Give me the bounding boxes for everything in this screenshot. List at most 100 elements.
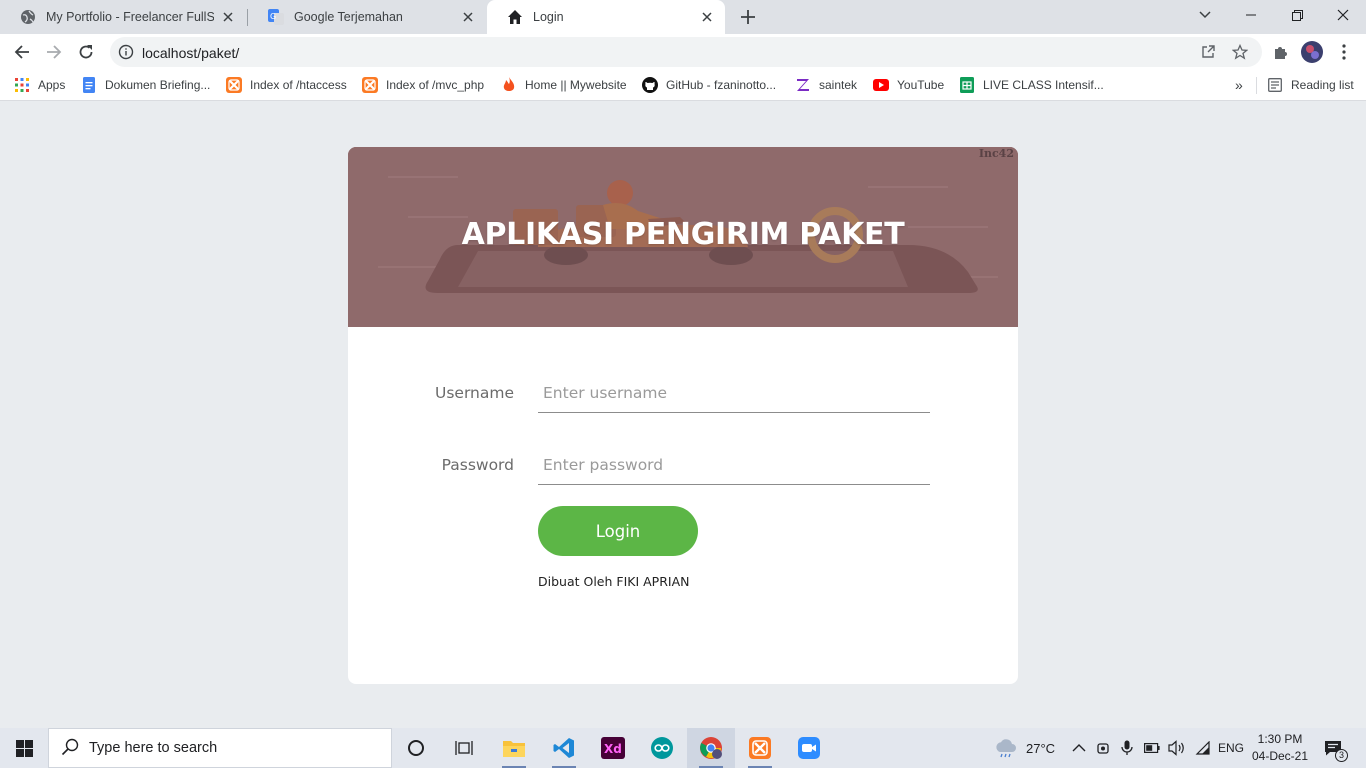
- restore-button[interactable]: [1274, 0, 1320, 30]
- chevron-up-icon: [1072, 744, 1086, 752]
- svg-text:G: G: [270, 12, 276, 21]
- site-info-icon[interactable]: [118, 44, 134, 60]
- youtube-icon: [873, 77, 889, 93]
- weather-temperature: 27°C: [1026, 740, 1056, 756]
- password-row: Password: [348, 445, 1018, 495]
- tray-meet-now[interactable]: [1097, 728, 1111, 768]
- xampp-icon: [362, 77, 378, 93]
- bookmarks-overflow-button[interactable]: »: [1235, 76, 1243, 94]
- close-window-button[interactable]: [1320, 0, 1366, 30]
- address-bar[interactable]: localhost/paket/: [110, 37, 1262, 67]
- share-icon[interactable]: [1200, 44, 1216, 60]
- windows-logo-icon: [15, 739, 33, 757]
- folder-icon: [503, 741, 525, 757]
- password-input[interactable]: [538, 445, 930, 485]
- back-button[interactable]: [8, 38, 36, 66]
- bookmark-live-class[interactable]: LIVE CLASS Intensif...: [959, 76, 1104, 94]
- taskbar-zoom[interactable]: [785, 728, 833, 768]
- taskbar-file-explorer[interactable]: [490, 728, 538, 768]
- login-button[interactable]: Login: [538, 506, 698, 556]
- url-text: localhost/paket/: [142, 45, 240, 61]
- clock-time: 1:30 PM: [1257, 732, 1303, 746]
- taskbar-xampp[interactable]: [736, 728, 784, 768]
- login-card: Inc42 APLIKASI PENGIRIM PAKET Username P…: [348, 147, 1018, 684]
- close-tab-icon[interactable]: [699, 9, 715, 25]
- page-viewport: Inc42 APLIKASI PENGIRIM PAKET Username P…: [0, 101, 1366, 728]
- search-placeholder: Type here to search: [89, 740, 218, 756]
- bookmarks-bar: Apps Dokumen Briefing... Index of /htacc…: [0, 70, 1366, 101]
- show-hidden-icons-button[interactable]: [1072, 728, 1086, 768]
- taskbar-adobe-xd[interactable]: Xd: [589, 728, 637, 768]
- reading-list-button[interactable]: Reading list: [1267, 76, 1354, 94]
- password-label: Password: [441, 456, 514, 474]
- tray-battery[interactable]: [1144, 728, 1160, 768]
- task-view-icon: [455, 741, 473, 755]
- new-tab-button[interactable]: [736, 5, 760, 29]
- vscode-icon: [553, 738, 574, 758]
- hero-banner: Inc42 APLIKASI PENGIRIM PAKET: [348, 147, 1018, 327]
- weather-widget[interactable]: 27°C: [994, 728, 1055, 768]
- microphone-icon: [1121, 740, 1133, 755]
- username-input[interactable]: [538, 373, 930, 413]
- task-view-button[interactable]: [440, 728, 488, 768]
- close-tab-icon[interactable]: [220, 9, 236, 25]
- bookmark-mywebsite[interactable]: Home || Mywebsite: [501, 76, 627, 94]
- bookmark-dokumen-briefing[interactable]: Dokumen Briefing...: [81, 76, 210, 94]
- tab-search-button[interactable]: [1182, 0, 1228, 30]
- bookmark-apps[interactable]: Apps: [14, 76, 65, 94]
- battery-icon: [1144, 743, 1160, 753]
- reading-list-icon: [1267, 77, 1283, 93]
- clock-date: 04-Dec-21: [1251, 749, 1309, 763]
- tray-microphone[interactable]: [1121, 728, 1133, 768]
- arduino-icon: [651, 737, 673, 759]
- xampp-icon: [749, 737, 771, 759]
- bookmark-github[interactable]: GitHub - fzaninotto...: [642, 76, 776, 94]
- chrome-icon: [700, 737, 722, 759]
- taskbar-search[interactable]: Type here to search: [48, 728, 392, 768]
- bookmark-label: Apps: [38, 78, 66, 92]
- bookmark-index-mvc-php[interactable]: Index of /mvc_php: [362, 76, 484, 94]
- cortana-button[interactable]: [392, 728, 440, 768]
- tab-title: Google Terjemahan: [294, 10, 403, 24]
- tab-title: Login: [533, 10, 564, 24]
- sheets-icon: [959, 77, 975, 93]
- username-row: Username: [348, 373, 1018, 423]
- google-translate-icon: G: [268, 9, 284, 25]
- tab-title: My Portfolio - Freelancer FullStac: [46, 10, 214, 24]
- tab-translate[interactable]: G Google Terjemahan: [248, 0, 486, 34]
- minimize-button[interactable]: [1228, 0, 1274, 30]
- start-button[interactable]: [0, 728, 48, 768]
- svg-text:Xd: Xd: [604, 742, 622, 756]
- bookmark-star-icon[interactable]: [1231, 43, 1249, 60]
- search-icon: [61, 738, 81, 758]
- tray-language[interactable]: ENG: [1218, 728, 1244, 768]
- page-title: APLIKASI PENGIRIM PAKET: [461, 217, 905, 252]
- bookmark-saintek[interactable]: saintek: [795, 76, 857, 94]
- credit-text: Dibuat Oleh FIKI APRIAN: [538, 574, 690, 589]
- taskbar-vscode[interactable]: [540, 728, 588, 768]
- bookmark-label: YouTube: [897, 78, 945, 92]
- bookmark-youtube[interactable]: YouTube: [873, 76, 944, 94]
- language-indicator: ENG: [1218, 741, 1245, 755]
- bookmark-index-htaccess[interactable]: Index of /htaccess: [226, 76, 347, 94]
- tab-login[interactable]: Login: [487, 0, 725, 34]
- close-tab-icon[interactable]: [460, 9, 476, 25]
- meet-now-icon: [1097, 743, 1109, 754]
- tab-portfolio[interactable]: My Portfolio - Freelancer FullStac: [0, 0, 246, 34]
- taskbar-arduino[interactable]: [638, 728, 686, 768]
- taskbar-chrome[interactable]: [687, 728, 735, 768]
- taskbar-clock[interactable]: 1:30 PM 04-Dec-21: [1244, 731, 1316, 765]
- action-center-button[interactable]: 3: [1322, 728, 1348, 768]
- adobe-xd-icon: Xd: [601, 737, 625, 759]
- volume-icon: [1168, 740, 1184, 756]
- cortana-icon: [408, 740, 424, 756]
- extensions-icon[interactable]: [1266, 38, 1294, 66]
- google-docs-icon: [81, 77, 97, 93]
- tray-network[interactable]: [1194, 728, 1210, 768]
- profile-avatar[interactable]: [1298, 38, 1326, 66]
- forward-button[interactable]: [40, 38, 68, 66]
- reload-button[interactable]: [72, 38, 100, 66]
- bookmarks-divider: [1256, 77, 1257, 94]
- menu-kebab-icon[interactable]: [1330, 38, 1358, 66]
- tray-volume[interactable]: [1168, 728, 1186, 768]
